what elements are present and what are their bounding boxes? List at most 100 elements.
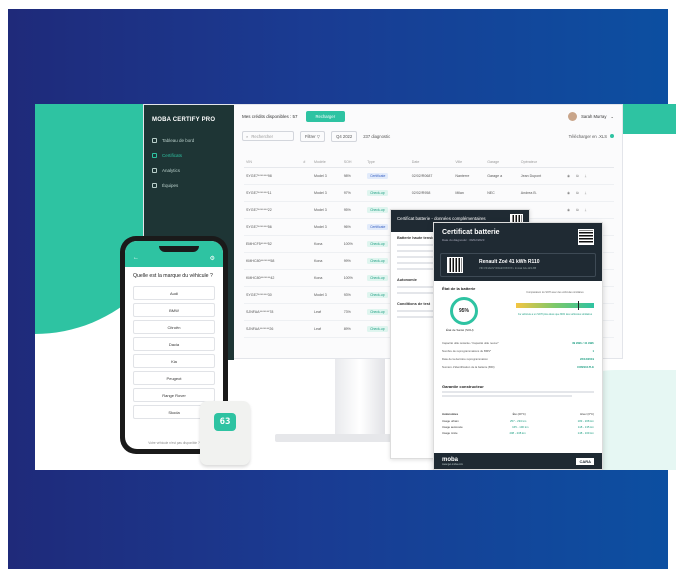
gauge-caption: Comparaison du SOH avec des véhicules si… [526,291,584,294]
cert-title: Certificat batterie [442,229,500,236]
column-header[interactable]: Opérateur [518,157,562,168]
column-header[interactable]: Ville [453,157,486,168]
autonomy-summer: 257 - 294 km [509,418,527,423]
type-badge: Check-up [367,241,388,247]
fact-value: CONSULTLE [577,365,594,369]
filter-button[interactable]: Filtrer ▽ [300,130,326,142]
result-count: 237 diagnostic [363,133,391,139]
fact-row: Date de la dernière reprogrammation 22/12… [442,357,594,361]
credits-text: Mes crédits disponibles : 57 [242,113,298,119]
brand-option[interactable]: Dacia [133,337,215,352]
soh-comparison-gauge [516,301,594,310]
index-cell [301,286,312,304]
obd-dongle: 63 [200,401,250,465]
download-icon [610,134,614,138]
model-cell: Leaf [311,320,342,338]
index-cell [301,218,312,236]
vehicle-meta: VIN VF1AGVYF0A2XXXXXX • Immat GA-123-XB [479,267,537,270]
soh-cell: 89% [341,320,366,338]
qr-code-icon [447,257,463,273]
fact-value: 1 [592,349,594,353]
column-header-actions [561,157,614,168]
sidebar-item-certificates[interactable]: Certificats [144,148,234,163]
download-icon[interactable]: ⤓ [585,191,587,195]
model-cell: Model 3 [311,218,342,236]
soh-label: État de Santé (SOH) [446,328,474,332]
app-brand: MOBA CERTIFY PRO [152,117,216,123]
column-header[interactable]: SOH [341,157,366,168]
warranty-title: Garantie constructeur [442,384,484,389]
index-cell [301,201,312,219]
soh-value: 95% [458,308,469,314]
garage-cell: NEC [485,184,519,202]
download-icon[interactable]: ⤓ [585,174,587,178]
brand-option[interactable]: Audi [133,286,215,301]
column-header[interactable]: Garage [485,157,519,168]
column-header[interactable]: # [301,157,312,168]
type-cell: Check-up [365,184,410,202]
date-cell: 02/02/R0687 [409,167,454,185]
vin-cell: EMHCF5*****52 [244,235,302,253]
garage-cell: Garage a [485,167,519,185]
vin-cell: SJNFAA*******78 [244,303,302,321]
index-cell [301,303,312,321]
model-cell: Kona [311,252,342,270]
soh-cell: 100% [341,269,366,287]
table-row[interactable]: SYGE7*******98 Model 3 98% Certificate 02/02… [244,167,614,185]
type-badge: Check-up [367,190,388,196]
soh-cell: 97% [341,184,366,202]
view-icon[interactable]: ◉ [567,208,570,212]
cert-footer: moba www.get-moba.com CARA [434,453,602,469]
brand-option[interactable]: Kia [133,354,215,369]
search-input[interactable]: ⌕ Rechercher [242,131,294,141]
star-icon [152,153,157,158]
brand-option[interactable]: Citroën [133,320,215,335]
table-row[interactable]: SYGE7*******11 Model 3 97% Check-up 02/02/R9… [244,184,614,202]
view-icon[interactable]: ◉ [567,191,570,195]
column-header[interactable]: Date [409,157,454,168]
view-icon[interactable]: ◉ [567,174,570,178]
autonomy-summer: 208 - 238 km [509,431,526,436]
column-header[interactable]: VIN [244,157,302,168]
brand-option[interactable]: Peugeot [133,371,215,386]
vin-cell: SYGE7*******98 [244,167,302,185]
text-line [442,395,572,397]
vin-cell: SYGE7*******30 [244,286,302,304]
soh-cell: 95% [341,201,366,219]
recharge-button[interactable]: Recharger [305,110,346,122]
home-icon [152,138,157,143]
vin-cell: SYGE7*******56 [244,218,302,236]
type-badge: Check-up [367,275,388,281]
sidebar-item-dashboard[interactable]: Tableau de bord [144,133,234,148]
copy-icon[interactable]: ⧉ [576,208,579,212]
copy-icon[interactable]: ⧉ [576,174,579,178]
topbar: Mes crédits disponibles : 57 Recharger S… [234,105,622,127]
sidebar-item-analytics[interactable]: Analytics [144,163,234,178]
row-actions: ◉ ⧉ ⤓ [561,184,614,202]
index-cell [301,252,312,270]
sidebar-item-teams[interactable]: Équipes [144,178,234,193]
vehicle-box: Renault Zoé 41 kWh R110 VIN VF1AGVYF0A2X… [440,253,596,277]
autonomy-table: Autonomies Été (20°C) Hiver (0°C) Usage … [442,411,594,437]
download-icon[interactable]: ⤓ [585,208,587,212]
column-header[interactable]: Type [365,157,410,168]
user-menu[interactable]: Sarah Murray ⌄ [568,111,614,121]
type-badge: Check-up [367,326,388,332]
back-icon[interactable]: ← [133,255,139,261]
model-cell: Model 3 [311,184,342,202]
model-cell: Model 3 [311,286,342,304]
index-cell [301,184,312,202]
copy-icon[interactable]: ⧉ [576,191,579,195]
period-select[interactable]: Q4 2022 [331,130,358,142]
soh-cell: 98% [341,167,366,185]
vin-cell: SYGE7*******22 [244,201,302,219]
model-cell: Kona [311,269,342,287]
phone-header: ← ⚙ [125,241,223,267]
settings-icon[interactable]: ⚙ [210,255,215,262]
column-header[interactable]: Modèle [311,157,342,168]
brand-option[interactable]: Range Rover [133,388,215,403]
type-badge: Certificate [367,224,389,230]
download-xls-button[interactable]: Télécharger en .XLS [569,134,614,139]
brand-option[interactable]: BMW [133,303,215,318]
sidebar-item-label: Tableau de bord [162,138,195,143]
